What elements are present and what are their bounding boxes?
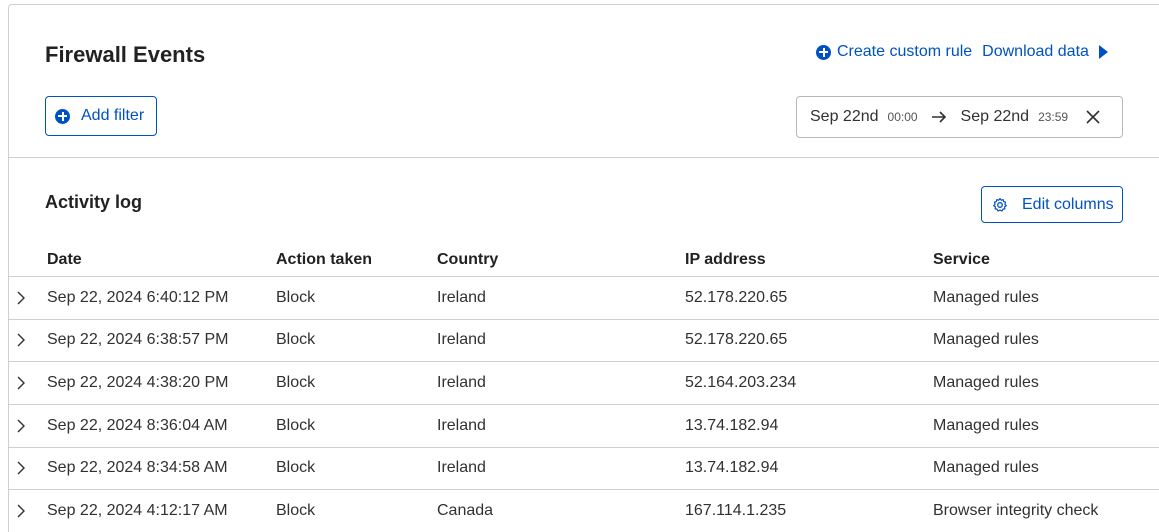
close-icon[interactable] [1086,110,1100,124]
table-row[interactable]: Sep 22, 2024 6:40:12 PM Block Ireland 52… [9,277,1159,320]
plus-circle-icon [816,44,831,60]
download-data-link[interactable]: Download data [982,43,1108,61]
cell-country: Ireland [437,417,486,434]
cell-country: Ireland [437,289,486,306]
cell-action: Block [276,289,316,306]
table-header: Date Action taken Country IP address Ser… [9,248,1159,277]
chevron-right-icon[interactable] [17,461,25,475]
cell-date: Sep 22, 2024 4:12:17 AM [47,502,228,519]
cell-date: Sep 22, 2024 6:40:12 PM [47,289,229,306]
page-title: Firewall Events [45,42,206,67]
column-header-service[interactable]: Service [933,251,990,269]
cell-ip: 13.74.182.94 [685,417,779,434]
cell-action: Block [276,374,316,391]
cell-country: Canada [437,502,494,519]
arrow-right-icon [931,110,947,124]
start-time: 00:00 [887,110,918,124]
cell-service: Managed rules [933,331,1039,348]
chevron-right-icon[interactable] [17,376,25,390]
cell-service: Managed rules [933,289,1039,306]
date-range-picker[interactable]: Sep 22nd 00:00 Sep 22nd 23:59 [796,96,1123,138]
cell-ip: 167.114.1.235 [685,502,787,519]
section-divider [8,157,1159,158]
download-data-label: Download data [982,43,1089,60]
cell-country: Ireland [437,374,486,391]
create-custom-rule-link[interactable]: Create custom rule [816,43,972,61]
add-filter-button[interactable]: Add filter [45,96,157,136]
chevron-right-icon[interactable] [17,419,25,433]
cell-ip: 13.74.182.94 [685,459,779,476]
create-custom-rule-label: Create custom rule [837,43,973,60]
column-header-country[interactable]: Country [437,251,498,269]
end-date: Sep 22nd [960,108,1030,125]
plus-circle-icon [55,108,70,124]
column-header-date[interactable]: Date [47,251,82,269]
cell-service: Browser integrity check [933,502,1099,519]
chevron-right-icon[interactable] [17,291,25,305]
cell-country: Ireland [437,459,486,476]
cell-action: Block [276,459,316,476]
activity-log-title: Activity log [45,192,143,212]
start-date: Sep 22nd [810,108,879,125]
cell-ip: 52.178.220.65 [685,331,788,348]
table-row[interactable]: Sep 22, 2024 8:36:04 AM Block Ireland 13… [9,405,1159,448]
triangle-right-icon [1098,45,1108,59]
table-row[interactable]: Sep 22, 2024 6:38:57 PM Block Ireland 52… [9,319,1159,362]
cell-service: Managed rules [933,459,1039,476]
cell-country: Ireland [437,331,486,348]
cell-ip: 52.178.220.65 [685,289,788,306]
cell-service: Managed rules [933,374,1039,391]
column-header-action[interactable]: Action taken [276,251,372,269]
table-row[interactable]: Sep 22, 2024 8:34:58 AM Block Ireland 13… [9,447,1159,490]
cell-date: Sep 22, 2024 6:38:57 PM [47,331,229,348]
edit-columns-button[interactable]: Edit columns [981,186,1123,223]
chevron-right-icon[interactable] [17,504,25,518]
cell-action: Block [276,331,316,348]
table-row[interactable]: Sep 22, 2024 4:38:20 PM Block Ireland 52… [9,362,1159,405]
header-actions: Create custom rule Download data [816,43,1108,61]
end-time: 23:59 [1038,110,1069,124]
gear-icon [992,197,1008,213]
cell-date: Sep 22, 2024 8:36:04 AM [47,417,228,434]
cell-date: Sep 22, 2024 8:34:58 AM [47,459,228,476]
cell-service: Managed rules [933,417,1039,434]
cell-date: Sep 22, 2024 4:38:20 PM [47,374,229,391]
column-header-ip[interactable]: IP address [685,251,766,269]
cell-action: Block [276,417,316,434]
edit-columns-label: Edit columns [1022,195,1114,213]
chevron-right-icon[interactable] [17,333,25,347]
cell-ip: 52.164.203.234 [685,374,797,391]
table-row[interactable]: Sep 22, 2024 4:12:17 AM Block Canada 167… [9,490,1159,532]
add-filter-label: Add filter [81,107,145,124]
cell-action: Block [276,502,316,519]
